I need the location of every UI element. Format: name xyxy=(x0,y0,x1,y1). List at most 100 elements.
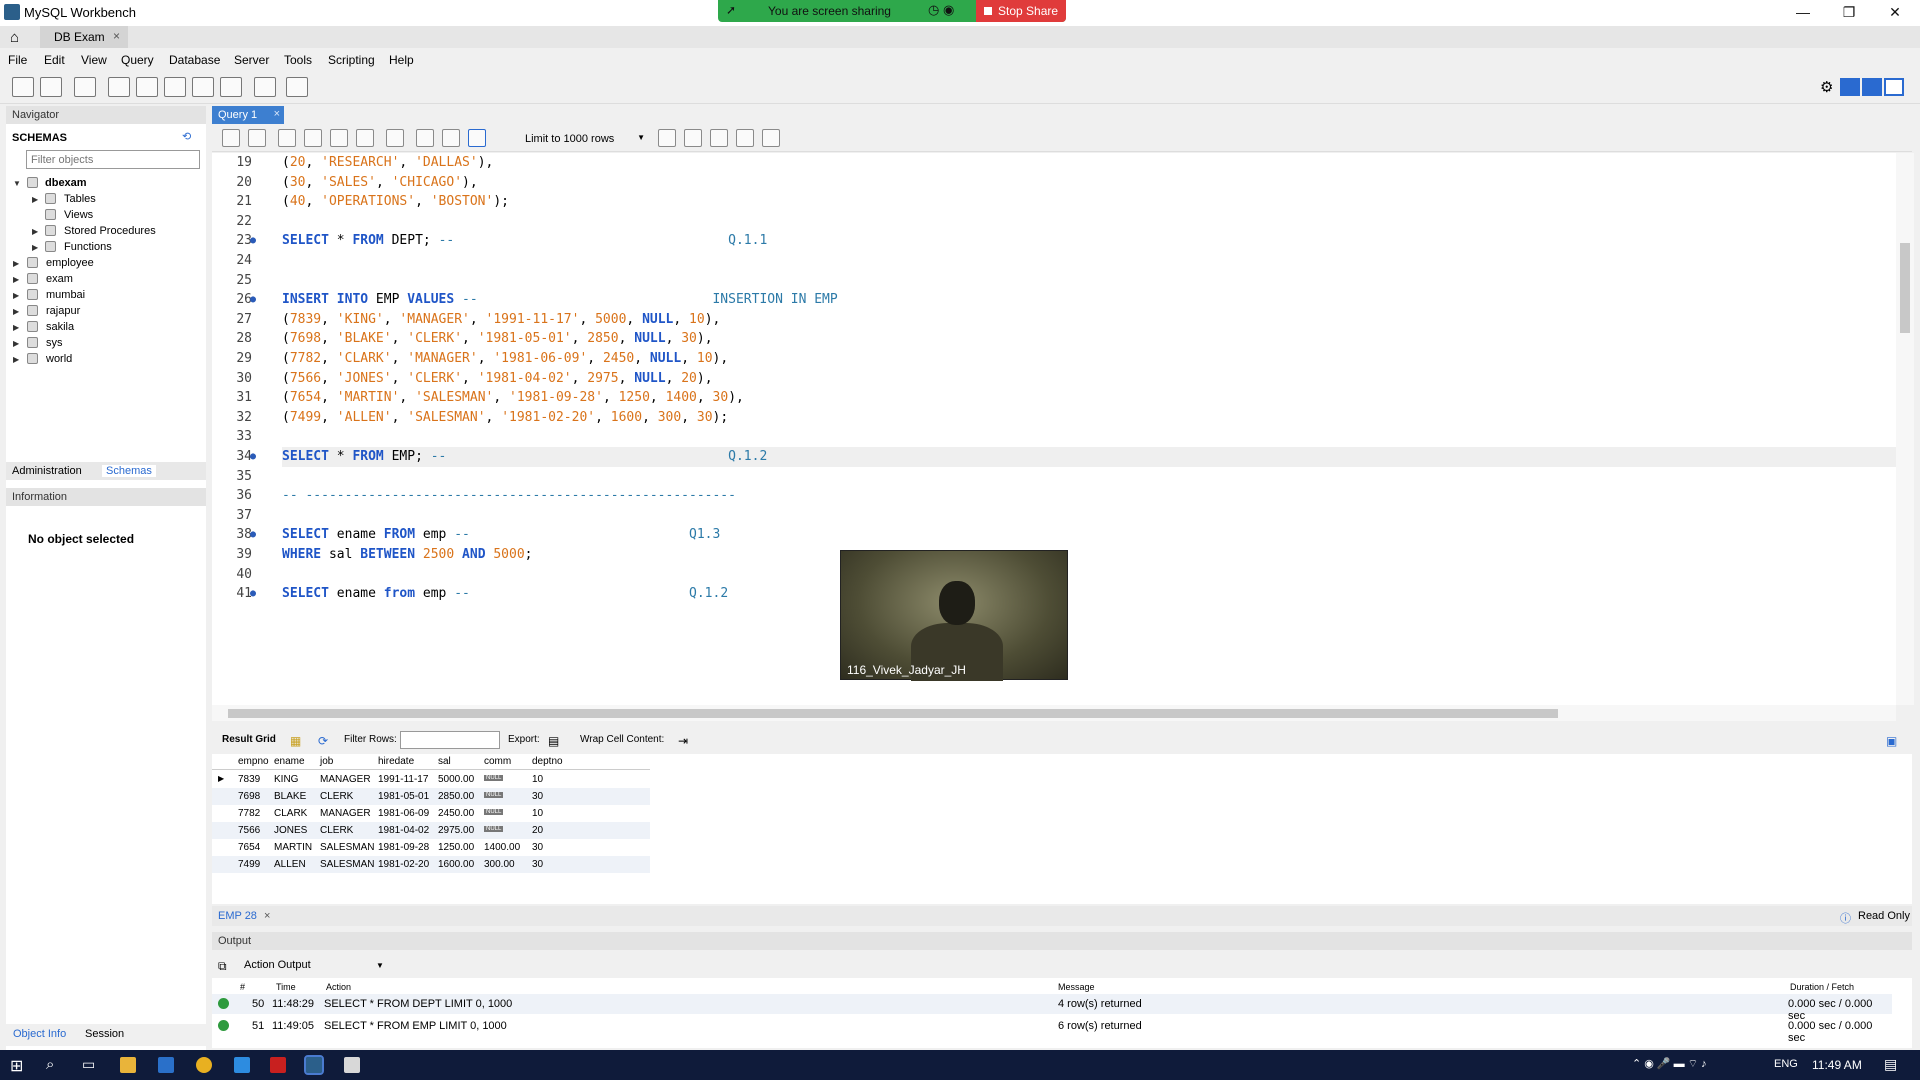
expand-schema-icon[interactable]: ▶ xyxy=(13,291,19,300)
grid-cell[interactable]: 1600.00 xyxy=(438,859,474,870)
search-table-data-icon[interactable] xyxy=(254,77,276,97)
system-tray-icons[interactable]: ⌃ ◉ 🎤 ▬ ⌔ ♪ xyxy=(1632,1057,1707,1071)
code-line[interactable]: WHERE sal BETWEEN 2500 AND 5000; xyxy=(282,547,533,562)
grid-cell[interactable]: 1400.00 xyxy=(484,842,520,853)
code-line[interactable]: SELECT ename FROM emp -- Q1.3 xyxy=(282,527,720,542)
tree-item-rajapur[interactable]: rajapur xyxy=(46,305,80,317)
grid-cell[interactable]: NULL xyxy=(484,791,504,802)
grid-cell[interactable]: 2450.00 xyxy=(438,808,474,819)
grid-cell[interactable]: 30 xyxy=(532,791,543,802)
grid-cell[interactable]: 20 xyxy=(532,825,543,836)
inspector-icon[interactable] xyxy=(74,77,96,97)
tab-administration[interactable]: Administration xyxy=(12,465,82,477)
grid-cell[interactable]: ALLEN xyxy=(274,859,306,870)
grid-cell[interactable]: 1981-06-09 xyxy=(378,808,429,819)
tab-schemas[interactable]: Schemas xyxy=(102,465,156,477)
tree-item-stored-procedures[interactable]: Stored Procedures xyxy=(64,225,156,237)
chrome-icon[interactable] xyxy=(196,1057,212,1073)
grid-cell[interactable]: MANAGER xyxy=(320,808,371,819)
grid-cell[interactable]: 2975.00 xyxy=(438,825,474,836)
menu-query[interactable]: Query xyxy=(121,53,154,67)
execute-current-icon[interactable] xyxy=(304,129,322,147)
output-row[interactable]: 50 11:48:29 SELECT * FROM DEPT LIMIT 0, 10… xyxy=(212,994,1892,1022)
grid-column-header[interactable]: deptno xyxy=(532,756,563,767)
create-procedure-icon[interactable] xyxy=(192,77,214,97)
action-output-select[interactable]: Action Output xyxy=(244,959,311,971)
menu-help[interactable]: Help xyxy=(389,53,414,67)
scrollbar-thumb[interactable] xyxy=(228,709,1558,718)
grid-cell[interactable]: SALESMAN xyxy=(320,859,374,870)
create-table-icon[interactable] xyxy=(136,77,158,97)
home-icon[interactable]: ⌂ xyxy=(10,29,19,46)
grid-cell[interactable]: 7499 xyxy=(238,859,260,870)
notification-icon[interactable]: ▤ xyxy=(1884,1056,1897,1073)
copy-output-icon[interactable]: ⧉ xyxy=(218,959,227,974)
autocommit-icon[interactable] xyxy=(468,129,486,147)
grid-cell[interactable]: MANAGER xyxy=(320,774,371,785)
limit-rows-select[interactable]: Limit to 1000 rows ▼ xyxy=(518,129,650,147)
refresh-icon[interactable]: ⟳ xyxy=(318,734,328,748)
scrollbar-thumb[interactable] xyxy=(1900,243,1910,333)
query-tab-close-icon[interactable]: × xyxy=(274,108,280,120)
expand-tables-icon[interactable]: ▶ xyxy=(32,195,38,204)
grid-cell[interactable]: SALESMAN xyxy=(320,842,374,853)
table-row[interactable]: 7499 ALLEN SALESMAN 1981-02-20 1600.00 300.00… xyxy=(212,856,650,873)
expand-schema-icon[interactable]: ▶ xyxy=(13,339,19,348)
tree-item-dbexam[interactable]: dbexam xyxy=(45,177,87,189)
result-grid-label[interactable]: Result Grid xyxy=(222,734,276,745)
result-grid[interactable]: empno ename job hiredate sal comm deptno ▶ 7839… xyxy=(212,754,1912,904)
tab-object-info[interactable]: Object Info xyxy=(13,1028,66,1040)
add-snippet-icon[interactable] xyxy=(658,129,676,147)
expand-schema-icon[interactable]: ▶ xyxy=(13,307,19,316)
tree-item-functions[interactable]: Functions xyxy=(64,241,112,253)
acrobat-icon[interactable] xyxy=(270,1057,286,1073)
grid-cell[interactable]: JONES xyxy=(274,825,307,836)
code-line[interactable]: INSERT INTO EMP VALUES -- INSERTION IN E… xyxy=(282,292,838,307)
new-sql-tab-icon[interactable] xyxy=(12,77,34,97)
code-line[interactable]: (7654, 'MARTIN', 'SALESMAN', '1981-09-28… xyxy=(282,390,744,405)
export-icon[interactable]: ▤ xyxy=(548,734,559,748)
word-wrap-icon[interactable] xyxy=(762,129,780,147)
table-row[interactable]: 7566 JONES CLERK 1981-04-02 2975.00 NULL 20 xyxy=(212,822,650,839)
file-explorer-icon[interactable] xyxy=(120,1057,136,1073)
result-grid-panel-icon[interactable]: ▣ xyxy=(1886,734,1897,748)
grid-cell[interactable]: NULL xyxy=(484,808,504,819)
result-tab-close-icon[interactable]: × xyxy=(264,910,270,922)
tree-item-employee[interactable]: employee xyxy=(46,257,94,269)
grid-cell[interactable]: KING xyxy=(274,774,298,785)
app-taskbar-icon[interactable] xyxy=(344,1057,360,1073)
code-line[interactable]: (20, 'RESEARCH', 'DALLAS'), xyxy=(282,155,493,170)
expand-schema-icon[interactable]: ▶ xyxy=(13,355,19,364)
taskbar-clock[interactable]: 11:49 AM xyxy=(1812,1058,1862,1072)
invisible-chars-icon[interactable] xyxy=(736,129,754,147)
grid-cell[interactable]: 1981-02-20 xyxy=(378,859,429,870)
store-icon[interactable] xyxy=(158,1057,174,1073)
grid-cell[interactable]: 30 xyxy=(532,859,543,870)
editor-vertical-scrollbar[interactable] xyxy=(1896,153,1914,705)
create-view-icon[interactable] xyxy=(164,77,186,97)
restore-button[interactable]: ❐ xyxy=(1834,4,1864,21)
grid-cell[interactable]: BLAKE xyxy=(274,791,306,802)
editor-horizontal-scrollbar[interactable] xyxy=(212,705,1896,721)
grid-cell[interactable]: 1991-11-17 xyxy=(378,774,428,785)
toggle-secondary-sidebar-icon[interactable] xyxy=(1884,78,1904,96)
create-schema-icon[interactable] xyxy=(108,77,130,97)
menu-tools[interactable]: Tools xyxy=(284,53,312,67)
reconnect-icon[interactable] xyxy=(286,77,308,97)
tree-item-exam[interactable]: exam xyxy=(46,273,73,285)
stop-share-button[interactable]: Stop Share xyxy=(976,0,1066,22)
toggle-output-icon[interactable] xyxy=(1862,78,1882,96)
menu-edit[interactable]: Edit xyxy=(44,53,65,67)
tree-item-views[interactable]: Views xyxy=(64,209,93,221)
filter-rows-input[interactable] xyxy=(400,731,500,749)
expand-schema-icon[interactable]: ▶ xyxy=(13,275,19,284)
grid-cell[interactable]: 7654 xyxy=(238,842,260,853)
code-line[interactable]: SELECT ename from emp -- Q.1.2 xyxy=(282,586,728,601)
code-line[interactable]: (7782, 'CLARK', 'MANAGER', '1981-06-09',… xyxy=(282,351,728,366)
toggle-sidebar-icon[interactable] xyxy=(1840,78,1860,96)
grid-cell[interactable]: MARTIN xyxy=(274,842,312,853)
code-line[interactable]: (7499, 'ALLEN', 'SALESMAN', '1981-02-20'… xyxy=(282,410,728,425)
search-icon[interactable]: ⌕ xyxy=(46,1056,54,1073)
menu-scripting[interactable]: Scripting xyxy=(328,53,375,67)
grid-column-header[interactable]: ename xyxy=(274,756,305,767)
